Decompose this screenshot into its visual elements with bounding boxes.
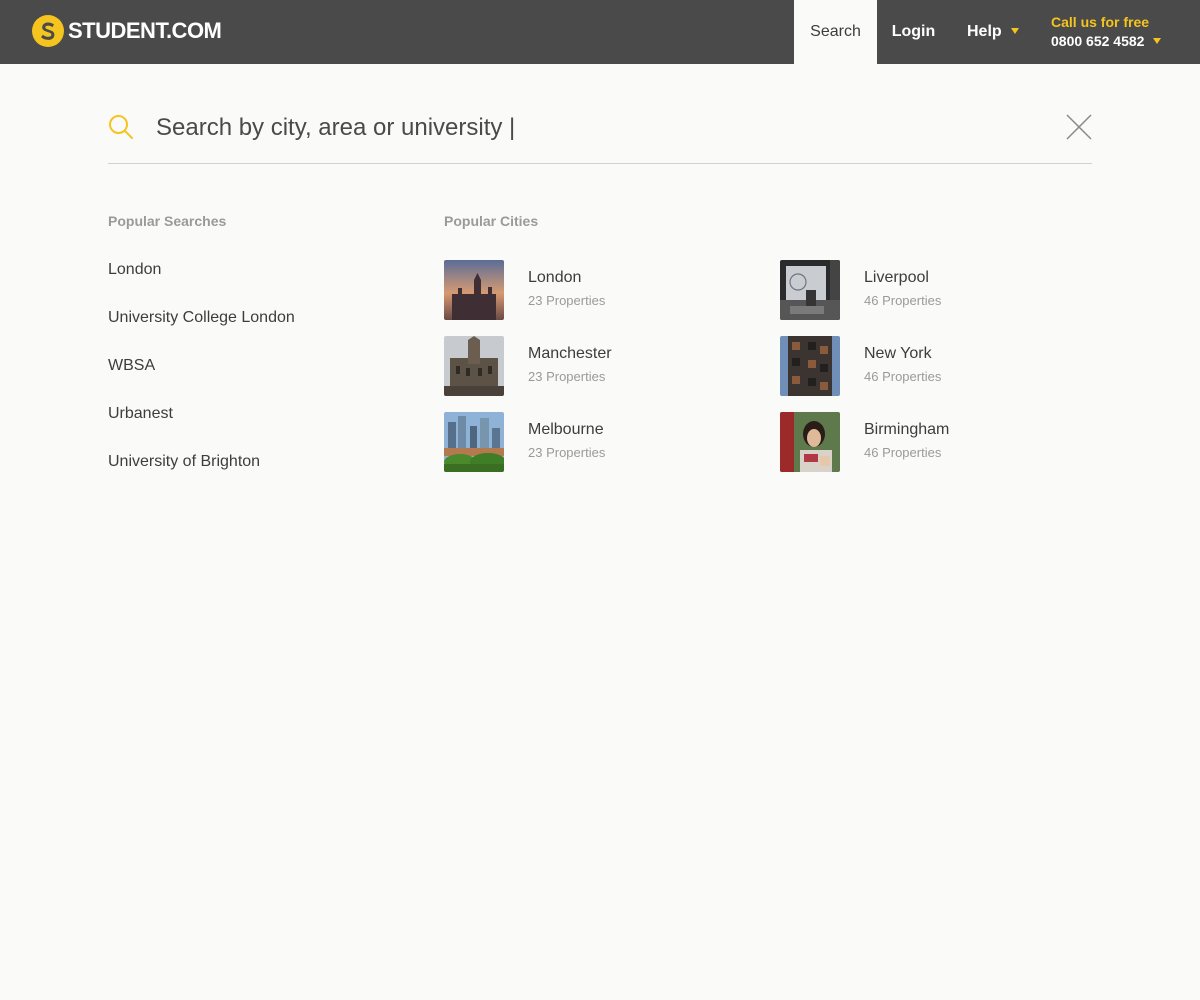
logo-text: STUDENT.COM xyxy=(68,18,222,43)
city-card-new-york[interactable]: New York 46 Properties xyxy=(780,336,1116,396)
popular-search-item[interactable]: University of Brighton xyxy=(108,448,428,496)
call-us-menu[interactable]: Call us for free 0800 652 4582 xyxy=(1051,13,1191,51)
call-us-label: Call us for free xyxy=(1051,14,1150,30)
city-card-birmingham[interactable]: Birmingham 46 Properties xyxy=(780,412,1116,472)
logo-mark-icon xyxy=(32,15,64,47)
city-card-london[interactable]: London 23 Properties xyxy=(444,260,780,320)
chevron-down-icon xyxy=(1010,27,1019,34)
city-card-liverpool[interactable]: Liverpool 46 Properties xyxy=(780,260,1116,320)
chevron-down-icon xyxy=(1153,37,1162,44)
nav-help-menu[interactable]: Help xyxy=(950,0,1036,64)
city-thumbnail-birmingham xyxy=(780,412,840,472)
student-com-logo[interactable]: STUDENT.COM xyxy=(32,14,222,48)
popular-cities-heading: Popular Cities xyxy=(444,213,539,229)
popular-search-item[interactable]: London xyxy=(108,256,428,304)
nav-search-tab[interactable]: Search xyxy=(794,0,877,64)
city-thumbnail-liverpool xyxy=(780,260,840,320)
search-icon xyxy=(109,115,133,139)
close-icon[interactable] xyxy=(1066,114,1092,140)
popular-search-item[interactable]: WBSA xyxy=(108,352,428,400)
city-property-count: 23 Properties xyxy=(528,445,606,460)
city-thumbnail-melbourne xyxy=(444,412,504,472)
city-card-melbourne[interactable]: Melbourne 23 Properties xyxy=(444,412,780,472)
nav-login-link[interactable]: Login xyxy=(877,0,950,64)
city-card-manchester[interactable]: Manchester 23 Properties xyxy=(444,336,780,396)
city-property-count: 46 Properties xyxy=(864,369,942,384)
popular-searches-list: London University College London WBSA Ur… xyxy=(108,256,428,496)
popular-search-item[interactable]: Urbanest xyxy=(108,400,428,448)
top-navigation-bar: STUDENT.COM Search Login Help Call us fo… xyxy=(0,0,1200,64)
search-input[interactable] xyxy=(156,108,1036,148)
search-bar xyxy=(108,100,1092,164)
city-property-count: 46 Properties xyxy=(864,445,942,460)
city-name: Manchester xyxy=(528,345,612,362)
city-name: New York xyxy=(864,345,932,362)
city-thumbnail-london xyxy=(444,260,504,320)
city-name: Liverpool xyxy=(864,269,929,286)
city-thumbnail-manchester xyxy=(444,336,504,396)
city-name: Birmingham xyxy=(864,421,950,438)
city-property-count: 23 Properties xyxy=(528,369,606,384)
city-property-count: 23 Properties xyxy=(528,293,606,308)
popular-searches-heading: Popular Searches xyxy=(108,213,227,229)
nav-help-label: Help xyxy=(967,23,1002,40)
phone-number: 0800 652 4582 xyxy=(1051,33,1145,49)
popular-search-item[interactable]: University College London xyxy=(108,304,428,352)
city-name: Melbourne xyxy=(528,421,604,438)
city-name: London xyxy=(528,269,582,286)
city-thumbnail-new-york xyxy=(780,336,840,396)
popular-cities-grid: London 23 Properties Liverpool 46 Proper… xyxy=(444,260,1116,472)
city-property-count: 46 Properties xyxy=(864,293,942,308)
